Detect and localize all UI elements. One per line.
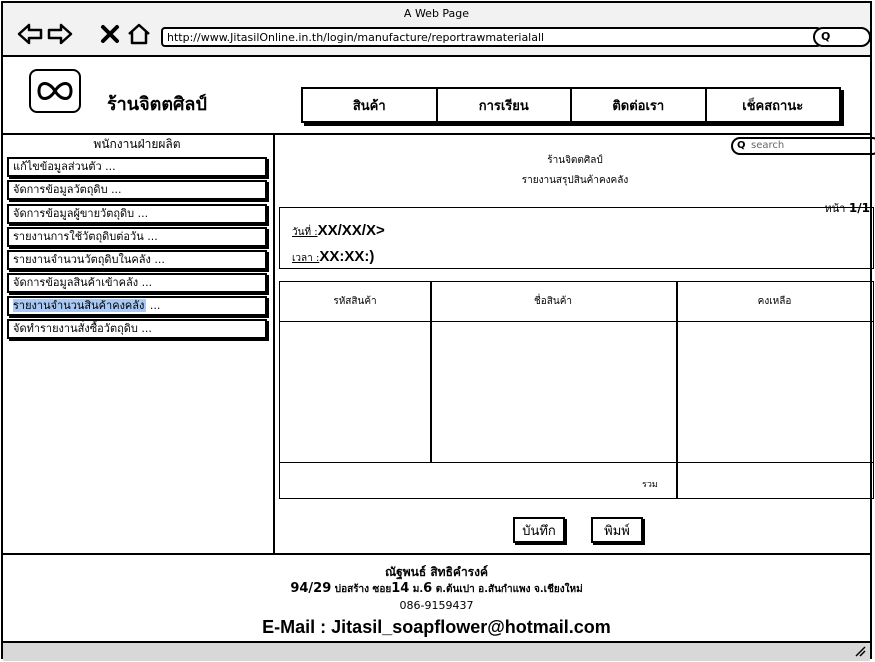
sidebar-item-more: ... bbox=[141, 276, 153, 289]
footer-phone: 086-9159437 bbox=[399, 599, 474, 612]
search-icon: Q bbox=[821, 30, 831, 43]
report-panel: Q search ร้านจิตตศิลป์ รายงานสรุปสินค้าค… bbox=[275, 135, 875, 553]
stock-table: รหัสสินค้า ชื่อสินค้า คงเหลือ รวม bbox=[279, 281, 874, 499]
sidebar-item-more: ... bbox=[149, 299, 161, 312]
total-row: รวม bbox=[280, 462, 873, 500]
sidebar-item-manage-suppliers[interactable]: จัดการข้อมูลผู้ขายวัตถุดิบ ... bbox=[7, 204, 267, 224]
footer-address-part: ม. bbox=[409, 584, 424, 595]
nav-item-learning[interactable]: การเรียน bbox=[438, 89, 572, 121]
print-button[interactable]: พิมพ์ bbox=[591, 517, 643, 543]
column-divider bbox=[430, 282, 432, 462]
site-header: ร้านจิตตศิลป์ สินค้า การเรียน ติดต่อเรา … bbox=[3, 57, 870, 135]
nav-item-status[interactable]: เช็คสถานะ bbox=[707, 89, 840, 121]
back-arrow-icon[interactable] bbox=[17, 23, 43, 45]
sidebar-item-label: จัดการข้อมูลวัตถุดิบ bbox=[13, 183, 108, 196]
sidebar-item-label: รายงานการใช้วัตถุดิบต่อวัน bbox=[13, 230, 144, 243]
date-label: วันที่ : bbox=[292, 227, 318, 238]
footer-address-part: 14 bbox=[391, 581, 410, 596]
sidebar-item-manage-materials[interactable]: จัดการข้อมูลวัตถุดิบ ... bbox=[7, 180, 267, 200]
url-bar[interactable]: http://www.JitasilOnline.in.th/login/man… bbox=[161, 27, 821, 47]
sidebar-item-label: จัดการข้อมูลผู้ขายวัตถุดิบ bbox=[13, 207, 135, 220]
nav-item-products[interactable]: สินค้า bbox=[303, 89, 438, 121]
search-placeholder: search bbox=[751, 140, 785, 151]
column-header-product-code: รหัสสินค้า bbox=[280, 282, 430, 322]
infinity-logo-icon[interactable] bbox=[29, 69, 81, 113]
sidebar-item-label: รายงานจำนวนสินค้าคงคลัง bbox=[13, 299, 147, 312]
footer-address: 94/29 บ่อสร้าง ซอย14 ม.6 ต.ต้นเปา อ.สันก… bbox=[3, 581, 870, 597]
column-header-remaining: คงเหลือ bbox=[676, 282, 873, 322]
column-divider bbox=[676, 463, 678, 499]
footer-owner-name: ณัฐพนธ์ สิทธิคำรงค์ bbox=[384, 565, 489, 579]
close-icon[interactable] bbox=[99, 23, 123, 45]
report-title: รายงานสรุปสินค้าคงคลัง bbox=[521, 175, 629, 186]
browser-toolbar: A Web Page http://www.JitasilOnline.in.t… bbox=[3, 3, 871, 57]
forward-arrow-icon[interactable] bbox=[47, 23, 73, 45]
sidebar-item-more: ... bbox=[111, 183, 122, 196]
sidebar-item-manage-incoming-products[interactable]: จัดการข้อมูลสินค้าเข้าคลัง ... bbox=[7, 273, 267, 293]
footer-address-part: ต.ต้นเปา อ.สันกำแพง จ.เชียงใหม่ bbox=[432, 584, 583, 595]
sidebar-item-label: จัดการข้อมูลสินค้าเข้าคลัง bbox=[13, 276, 139, 289]
sidebar-item-daily-usage-report[interactable]: รายงานการใช้วัตถุดิบต่อวัน ... bbox=[7, 227, 267, 247]
footer-address-part: 94/29 bbox=[290, 581, 332, 596]
footer-email[interactable]: E-Mail : Jitasil_soapflower@hotmail.com bbox=[3, 617, 870, 638]
time-value: XX:XX:) bbox=[319, 248, 375, 265]
resize-grip-icon[interactable] bbox=[854, 645, 866, 660]
search-icon: Q bbox=[737, 140, 746, 151]
sidebar-item-more: ... bbox=[147, 230, 158, 243]
browser-search-box[interactable]: Q bbox=[813, 27, 871, 47]
time-label: เวลา : bbox=[292, 253, 320, 264]
browser-window: A Web Page http://www.JitasilOnline.in.t… bbox=[1, 1, 875, 661]
sidebar-item-label: รายงานจำนวนวัตถุดิบในคลัง bbox=[13, 253, 151, 266]
nav-item-contact[interactable]: ติดต่อเรา bbox=[572, 89, 707, 121]
sidebar-item-material-stock-report[interactable]: รายงานจำนวนวัตถุดิบในคลัง ... bbox=[7, 250, 267, 270]
status-bar bbox=[3, 641, 870, 661]
footer-address-part: บ่อสร้าง ซอย bbox=[331, 584, 392, 595]
sidebar-item-more: ... bbox=[105, 160, 116, 173]
sidebar-item-more: ... bbox=[137, 207, 149, 220]
sidebar-item-edit-profile[interactable]: แก้ไขข้อมูลส่วนตัว ... bbox=[7, 157, 267, 177]
window-title: A Web Page bbox=[403, 7, 470, 20]
report-time: เวลา :XX:XX:) bbox=[292, 248, 374, 266]
column-header-product-name: ชื่อสินค้า bbox=[430, 282, 676, 322]
sidebar-item-product-stock-report[interactable]: รายงานจำนวนสินค้าคงคลัง ... bbox=[7, 296, 267, 316]
site-footer: ณัฐพนธ์ สิทธิคำรงค์ 94/29 บ่อสร้าง ซอย14… bbox=[3, 553, 870, 643]
report-meta: วันที่ :XX/XX/X> เวลา :XX:XX:) bbox=[279, 207, 874, 269]
sidebar-item-purchase-order-report[interactable]: จัดทำรายงานสั่งซื้อวัตถุดิบ ... bbox=[7, 319, 267, 339]
main-nav: สินค้า การเรียน ติดต่อเรา เช็คสถานะ bbox=[301, 87, 841, 123]
shop-name[interactable]: ร้านจิตตศิลป์ bbox=[107, 89, 207, 118]
sidebar-item-more: ... bbox=[154, 253, 165, 266]
sidebar-item-more: ... bbox=[141, 322, 152, 335]
report-date: วันที่ :XX/XX/X> bbox=[292, 222, 385, 240]
home-icon[interactable] bbox=[127, 23, 151, 45]
save-button[interactable]: บันทึก bbox=[513, 517, 565, 543]
sidebar-title: พนักงานฝ่ายผลิต bbox=[93, 137, 181, 151]
sidebar-item-label: จัดทำรายงานสั่งซื้อวัตถุดิบ bbox=[13, 322, 138, 335]
sidebar-item-label: แก้ไขข้อมูลส่วนตัว bbox=[13, 160, 102, 173]
footer-address-part: 6 bbox=[423, 581, 433, 596]
column-divider bbox=[676, 282, 678, 462]
total-label: รวม bbox=[642, 480, 658, 490]
date-value: XX/XX/X> bbox=[317, 222, 385, 239]
report-shop-name: ร้านจิตตศิลป์ bbox=[547, 155, 603, 166]
